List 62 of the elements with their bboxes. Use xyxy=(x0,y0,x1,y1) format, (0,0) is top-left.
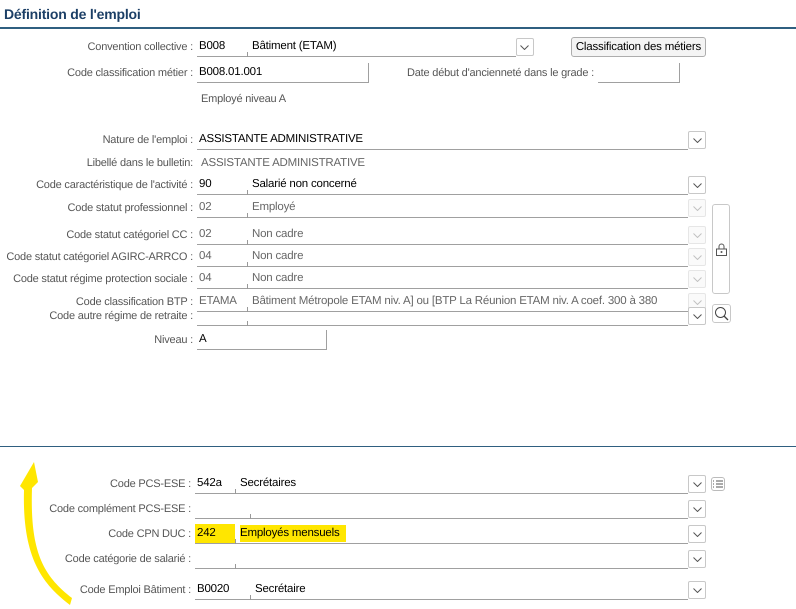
chevron-icon xyxy=(692,182,702,188)
description-field[interactable]: Secrétaire xyxy=(251,580,688,600)
description-field[interactable]: Bâtiment (ETAM) xyxy=(248,37,516,58)
lock-panel[interactable] xyxy=(712,204,730,294)
chevron-icon xyxy=(692,232,702,238)
field-label: Libellé dans le bulletin: xyxy=(86,156,193,171)
chevron-icon xyxy=(692,482,702,486)
classification-caption: Employé niveau A xyxy=(201,92,286,107)
chevron-icon xyxy=(692,556,702,562)
field-label: Code complément PCS-ESE : xyxy=(49,502,191,517)
field-label: Code PCS-ESE : xyxy=(110,476,191,492)
dropdown-button[interactable] xyxy=(688,525,706,543)
chevron-icon xyxy=(520,44,530,50)
dropdown-button[interactable] xyxy=(688,176,706,194)
field-label: Code Emploi Bâtiment : xyxy=(80,582,191,598)
dropdown-button[interactable] xyxy=(688,131,706,150)
list-icon xyxy=(713,480,723,488)
field-label: Code statut professionnel : xyxy=(68,201,193,216)
section-title: Définition de l'emploi xyxy=(4,6,141,22)
field-label: Code classification métier : xyxy=(67,66,193,81)
code-field[interactable]: B008 xyxy=(197,37,247,58)
lock-icon xyxy=(716,242,726,256)
chevron-icon xyxy=(692,532,702,536)
field-label: Code CPN DUC : xyxy=(108,526,191,542)
code-field[interactable]: B0020 xyxy=(195,580,250,600)
chevron-icon xyxy=(692,138,702,143)
dropdown-button[interactable] xyxy=(688,581,706,599)
dropdown-button[interactable] xyxy=(688,307,706,326)
chevron-icon xyxy=(692,588,702,592)
select-field[interactable]: ASSISTANTE ADMINISTRATIVE xyxy=(197,130,688,150)
field-label: Code statut catégoriel CC : xyxy=(66,228,193,243)
field-label: Nature de l'emploi : xyxy=(102,133,193,148)
field-label: Code classification BTP : xyxy=(76,295,193,310)
description-field[interactable]: Salarié non concerné xyxy=(248,175,688,196)
list-button[interactable] xyxy=(711,477,725,491)
search-button[interactable] xyxy=(712,304,731,324)
classification-button[interactable]: Classification des métiers xyxy=(570,37,706,58)
chevron-icon xyxy=(692,206,702,211)
dropdown-button[interactable] xyxy=(688,500,706,518)
field-label: Code statut catégoriel AGIRC-ARRCO : xyxy=(6,250,193,265)
field-label: Niveau : xyxy=(154,333,193,348)
field-label: Date début d'ancienneté dans le grade : xyxy=(407,66,594,81)
field-label: Convention collective : xyxy=(88,40,193,55)
date-field[interactable] xyxy=(598,63,680,84)
chevron-icon xyxy=(692,254,702,260)
dropdown-button[interactable] xyxy=(516,38,534,56)
field-label: Code caractéristique de l'activité : xyxy=(36,178,193,193)
dropdown-button[interactable] xyxy=(688,550,706,568)
field-label: Code statut régime protection sociale : xyxy=(13,272,193,287)
input-field[interactable]: B008.01.001 xyxy=(197,63,369,84)
description-field[interactable]: Employés mensuels xyxy=(236,524,688,544)
field-value: ASSISTANTE ADMINISTRATIVE xyxy=(200,156,365,171)
dropdown-button[interactable] xyxy=(688,475,706,493)
field-label: Code catégorie de salarié : xyxy=(64,552,191,567)
input-field[interactable]: A xyxy=(197,330,327,350)
chevron-icon xyxy=(692,276,702,282)
search-icon xyxy=(714,306,729,322)
chevron-icon xyxy=(692,506,702,512)
field-label: Code autre régime de retraite : xyxy=(49,309,193,324)
code-field[interactable]: 242 xyxy=(195,524,235,544)
description-field[interactable]: Secrétaires xyxy=(236,474,688,494)
code-field[interactable]: 90 xyxy=(197,175,247,196)
